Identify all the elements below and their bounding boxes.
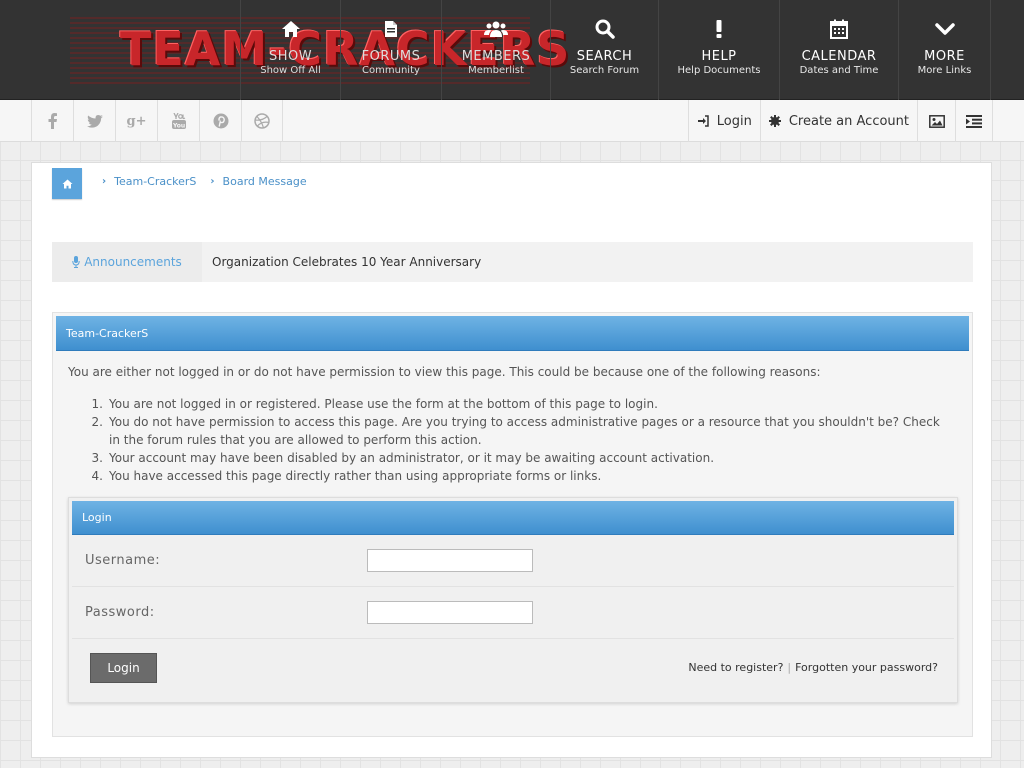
forgot-password-link[interactable]: Forgotten your password? (795, 661, 938, 674)
nav-subtitle: Community (362, 65, 420, 76)
breadcrumb-trail: › Team-CrackerS › Board Message (102, 175, 307, 188)
main-nav: SHOW Show Off All FORUMS Community MEMBE… (240, 0, 991, 100)
nav-item-calendar[interactable]: CALENDAR Dates and Time (779, 0, 898, 100)
password-field[interactable] (367, 601, 533, 624)
list-item-number: 3. (91, 451, 103, 465)
nav-title: HELP (701, 49, 737, 64)
username-field[interactable] (367, 549, 533, 572)
announcement-bar: Announcements Organization Celebrates 10… (52, 242, 973, 282)
message-intro: You are either not logged in or do not h… (68, 365, 821, 379)
username-label: Username: (85, 553, 161, 568)
sign-in-icon (697, 115, 709, 127)
dribbble-icon[interactable] (241, 100, 283, 142)
calendar-icon (830, 18, 848, 40)
nav-subtitle: Show Off All (260, 65, 321, 76)
chevron-right-icon: › (210, 176, 215, 187)
announcement-text[interactable]: Organization Celebrates 10 Year Annivers… (202, 255, 481, 269)
login-help-links: Need to register? | Forgotten your passwor… (688, 661, 938, 674)
login-link[interactable]: Login (687, 100, 760, 142)
nav-title: MEMBERS (461, 49, 531, 64)
list-item-text: You are not logged in or registered. Ple… (109, 397, 658, 411)
announcement-label-text: Announcements (84, 255, 182, 269)
list-item: 4. You have accessed this page directly … (89, 467, 949, 485)
sidebar-toggle-button[interactable] (955, 100, 993, 142)
username-row: Username: (72, 535, 954, 587)
users-icon (484, 18, 508, 40)
indent-icon (966, 114, 982, 128)
nav-item-more[interactable]: MORE More Links (898, 0, 991, 100)
password-row: Password: (72, 587, 954, 639)
home-icon (62, 179, 72, 188)
chevron-right-icon: › (102, 176, 107, 187)
twitter-icon[interactable] (73, 100, 115, 142)
nav-item-forums[interactable]: FORUMS Community (340, 0, 441, 100)
password-label: Password: (85, 605, 155, 620)
login-link-label: Login (716, 113, 752, 129)
nav-item-members[interactable]: MEMBERS Memberlist (441, 0, 550, 100)
link-separator: | (787, 661, 792, 674)
document-icon (383, 18, 399, 40)
nav-title: SHOW (268, 49, 313, 64)
image-icon (928, 114, 945, 128)
account-links: Login Create an Account (687, 100, 993, 142)
image-button[interactable] (917, 100, 955, 142)
breadcrumb-item[interactable]: › Team-CrackerS (102, 175, 196, 188)
home-icon (281, 18, 301, 40)
login-button[interactable]: Login (90, 653, 157, 683)
nav-subtitle: Search Forum (569, 65, 640, 76)
breadcrumb-item-label: Board Message (222, 175, 307, 188)
message-block-header: Team-CrackerS (56, 316, 969, 351)
nav-title: FORUMS (361, 49, 421, 64)
login-form: Login Username: Password: Login Need to … (68, 497, 958, 703)
reason-list: 1. You are not logged in or registered. … (89, 395, 949, 485)
list-item-text: Your account may have been disabled by a… (109, 451, 715, 465)
nav-item-show-off[interactable]: SHOW Show Off All (240, 0, 340, 100)
message-block: Team-CrackerS You are either not logged … (52, 312, 973, 737)
list-item-number: 1. (91, 397, 103, 411)
breadcrumb-home-button[interactable] (52, 168, 82, 199)
list-item-text: You do not have permission to access thi… (109, 415, 940, 447)
social-bar: g+ You Login Create an Account (0, 100, 1024, 142)
breadcrumb-item-label: Team-CrackerS (114, 175, 197, 188)
announcement-label[interactable]: Announcements (52, 242, 202, 282)
nav-subtitle: Help Documents (677, 65, 761, 76)
nav-title: MORE (924, 49, 965, 64)
list-item: 3. Your account may have been disabled b… (89, 449, 949, 467)
nav-subtitle: More Links (917, 65, 972, 76)
nav-subtitle: Dates and Time (799, 65, 879, 76)
list-item: 2. You do not have permission to access … (89, 413, 949, 449)
nav-title: SEARCH (576, 49, 633, 64)
microphone-icon (72, 256, 80, 268)
nav-title: CALENDAR (801, 49, 877, 64)
facebook-icon[interactable] (31, 100, 73, 142)
exclamation-icon (715, 18, 723, 40)
google-plus-icon[interactable]: g+ (115, 100, 157, 142)
list-item: 1. You are not logged in or registered. … (89, 395, 949, 413)
main-content: Announcements Organization Celebrates 10… (31, 205, 992, 758)
register-link[interactable]: Need to register? (688, 661, 783, 674)
list-item-number: 2. (91, 415, 103, 429)
site-header: TEAM-CRACKERS SHOW Show Off All FORUMS C… (0, 0, 1024, 100)
login-form-header: Login (72, 501, 954, 535)
search-icon (595, 18, 615, 40)
chevron-down-icon (934, 18, 955, 40)
login-form-footer: Login Need to register? | Forgotten your p… (72, 639, 954, 701)
social-links: g+ You (31, 100, 283, 142)
breadcrumb: › Team-CrackerS › Board Message (31, 162, 992, 206)
pinterest-icon[interactable] (199, 100, 241, 142)
list-item-number: 4. (91, 469, 103, 483)
breadcrumb-item[interactable]: › Board Message (210, 175, 306, 188)
nav-item-help[interactable]: HELP Help Documents (658, 0, 779, 100)
nav-item-search[interactable]: SEARCH Search Forum (550, 0, 658, 100)
nav-subtitle: Memberlist (468, 65, 524, 76)
youtube-icon[interactable]: You (157, 100, 199, 142)
create-account-label: Create an Account (788, 113, 909, 129)
list-item-text: You have accessed this page directly rat… (109, 469, 602, 483)
create-account-link[interactable]: Create an Account (759, 100, 917, 142)
gear-icon (768, 115, 781, 127)
svg-text:You: You (172, 123, 185, 130)
